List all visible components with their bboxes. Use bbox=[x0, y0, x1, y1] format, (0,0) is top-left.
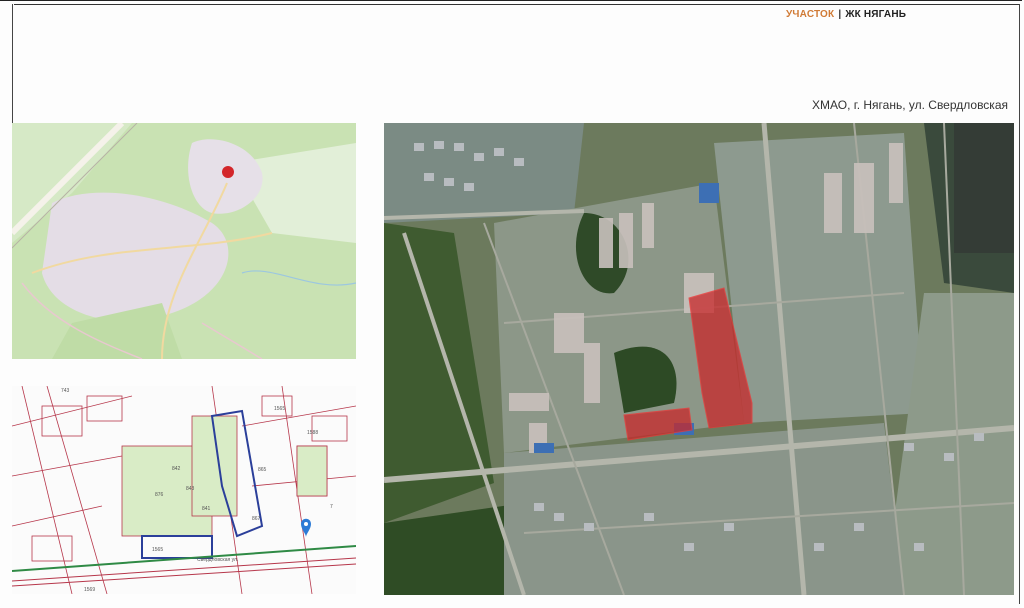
location-address: ХМАО, г. Нягань, ул. Свердловская bbox=[812, 98, 1008, 112]
parcel-label-11: 1569 bbox=[84, 587, 95, 593]
parcel-label-3: 876 bbox=[155, 492, 164, 498]
street-label: Свердловская ул. bbox=[197, 557, 238, 563]
frame-left-edge bbox=[12, 4, 13, 124]
cadastral-plan[interactable]: 743 1565 876 1565 865 1588 842 843 841 8… bbox=[12, 386, 356, 594]
parcel-label-4: 1565 bbox=[152, 547, 163, 553]
parcel-label-1: 743 bbox=[61, 388, 70, 394]
parcel-label-7: 842 bbox=[172, 466, 181, 472]
header-rule bbox=[14, 4, 1020, 5]
section-title: УЧАСТОК | ЖК НЯГАНЬ bbox=[786, 9, 906, 20]
site-marker bbox=[222, 166, 234, 178]
section-label: УЧАСТОК bbox=[786, 9, 835, 20]
parcel-label-12: 7 bbox=[330, 504, 333, 510]
title-separator: | bbox=[838, 9, 842, 20]
project-name: ЖК НЯГАНЬ bbox=[845, 9, 907, 20]
parcel-label-2: 1565 bbox=[274, 406, 285, 412]
city-overview-map[interactable] bbox=[12, 123, 356, 359]
parcel-label-5: 865 bbox=[258, 467, 267, 473]
satellite-map[interactable] bbox=[384, 123, 1014, 595]
frame-right-edge bbox=[1019, 4, 1020, 604]
parcel-label-6: 1588 bbox=[307, 430, 318, 436]
parcel-label-9: 841 bbox=[202, 506, 211, 512]
parcel-label-10: 867 bbox=[252, 516, 261, 522]
parcel-label-8: 843 bbox=[186, 486, 195, 492]
